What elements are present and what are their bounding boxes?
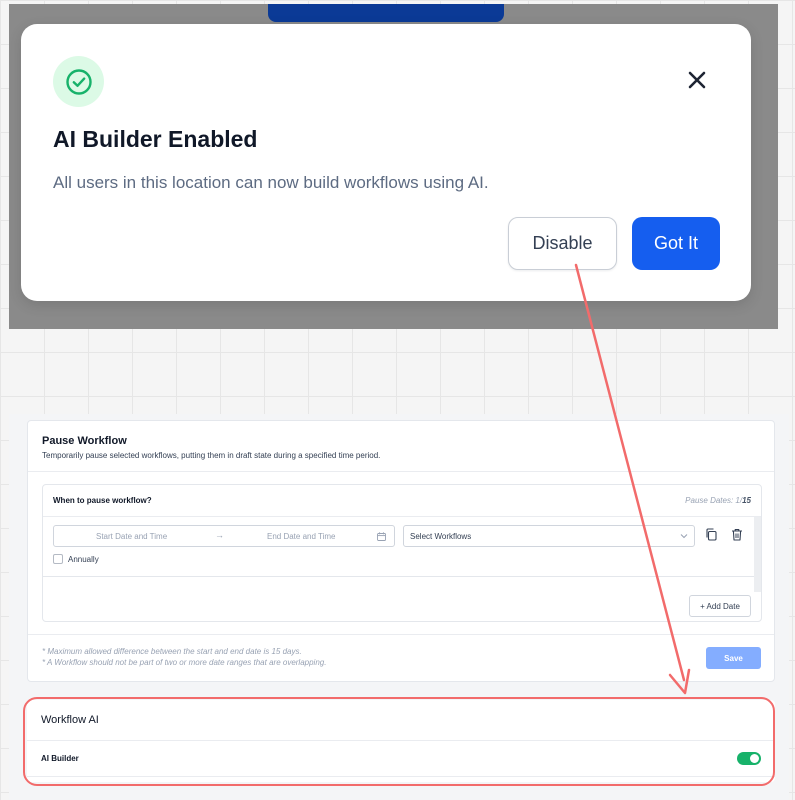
toggle-knob xyxy=(750,754,759,763)
ai-builder-toggle[interactable] xyxy=(737,752,761,765)
divider xyxy=(28,634,774,635)
annually-option[interactable]: Annually xyxy=(53,554,99,564)
pause-workflow-title: Pause Workflow xyxy=(42,435,127,447)
pause-workflow-subtitle: Temporarily pause selected workflows, pu… xyxy=(42,451,381,460)
annually-checkbox[interactable] xyxy=(53,554,63,564)
divider xyxy=(27,740,775,741)
date-row: Start Date and Time → End Date and Time … xyxy=(43,517,755,577)
trash-icon[interactable] xyxy=(731,528,743,541)
pause-dates-panel: When to pause workflow? Pause Dates: 1/1… xyxy=(42,484,762,622)
scrollbar[interactable] xyxy=(754,517,761,592)
save-button[interactable]: Save xyxy=(706,647,761,669)
disable-button[interactable]: Disable xyxy=(508,217,617,270)
chevron-down-icon xyxy=(680,534,688,539)
got-it-button[interactable]: Got It xyxy=(632,217,720,270)
copy-icon[interactable] xyxy=(705,528,717,541)
ai-builder-modal: AI Builder Enabled All users in this loc… xyxy=(21,24,751,301)
select-workflows-placeholder: Select Workflows xyxy=(410,532,472,541)
start-date-input[interactable]: Start Date and Time xyxy=(96,532,167,541)
note-overlap: * A Workflow should not be part of two o… xyxy=(42,658,327,667)
close-button[interactable] xyxy=(681,64,713,96)
workflow-ai-card: Workflow AI AI Builder xyxy=(27,700,775,782)
pause-panel-title: When to pause workflow? xyxy=(53,496,152,505)
background-header-peek xyxy=(268,4,504,22)
note-max-difference: * Maximum allowed difference between the… xyxy=(42,647,302,656)
workflow-ai-title: Workflow AI xyxy=(41,714,99,726)
divider xyxy=(28,471,774,472)
pause-dates-counter: Pause Dates: 1/15 xyxy=(685,496,751,505)
arrow-right-icon: → xyxy=(215,530,224,540)
success-icon-container xyxy=(53,56,104,107)
calendar-icon xyxy=(377,532,386,541)
select-workflows-dropdown[interactable]: Select Workflows xyxy=(403,525,695,547)
ai-builder-label: AI Builder xyxy=(41,754,79,763)
pause-workflow-card: Pause Workflow Temporarily pause selecte… xyxy=(27,420,775,682)
pause-dates-max: 15 xyxy=(742,496,751,505)
divider xyxy=(27,776,775,777)
pause-dates-label: Pause Dates: 1/ xyxy=(685,496,743,505)
annually-label: Annually xyxy=(68,554,99,564)
end-date-input[interactable]: End Date and Time xyxy=(267,532,335,541)
modal-title: AI Builder Enabled xyxy=(53,126,258,152)
close-icon[interactable] xyxy=(687,70,707,90)
modal-description: All users in this location can now build… xyxy=(53,173,489,192)
date-range-picker[interactable]: Start Date and Time → End Date and Time xyxy=(53,525,395,547)
check-circle-icon xyxy=(65,68,92,95)
add-date-button[interactable]: + Add Date xyxy=(689,595,751,617)
